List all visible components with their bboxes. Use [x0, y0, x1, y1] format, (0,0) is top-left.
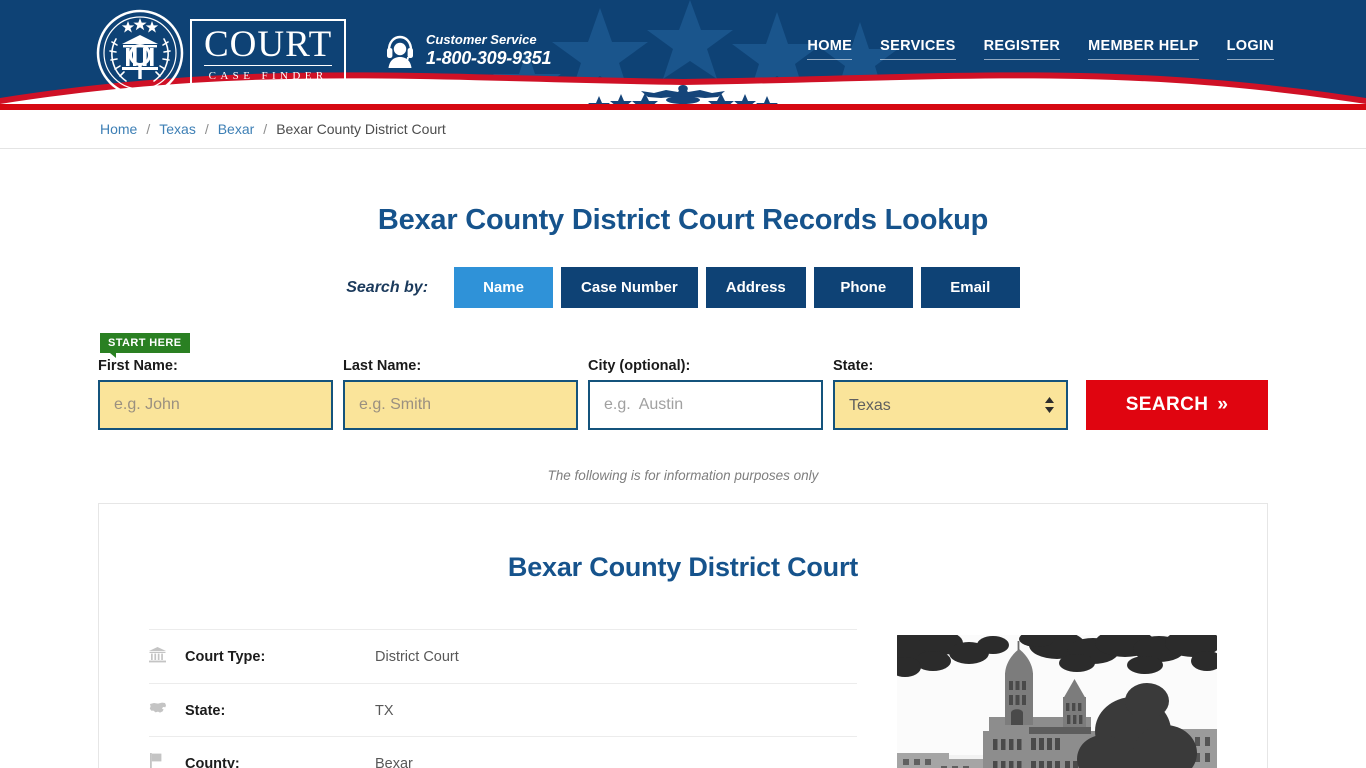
last-name-label: Last Name:	[343, 358, 422, 374]
search-button[interactable]: SEARCH »	[1086, 380, 1268, 430]
table-row: State: TX	[149, 683, 857, 736]
last-name-field: Last Name:	[343, 358, 578, 430]
us-map-icon	[149, 702, 166, 713]
main-navigation: HOME SERVICES REGISTER MEMBER HELP LOGIN	[807, 38, 1274, 60]
detail-value: Bexar	[375, 755, 413, 768]
site-header: COURT CASE FINDER Customer Service 1-800…	[0, 0, 1366, 110]
tab-address[interactable]: Address	[705, 267, 806, 308]
court-seal-icon	[96, 9, 184, 97]
court-detail-panel: Bexar County District Court Court Type: …	[98, 503, 1268, 768]
state-label: State:	[833, 358, 874, 374]
double-chevron-right-icon: »	[1217, 394, 1229, 415]
first-name-input[interactable]	[98, 380, 333, 430]
information-purposes-note: The following is for information purpose…	[547, 468, 819, 483]
search-button-label: SEARCH	[1125, 394, 1209, 415]
table-row: County: Bexar	[149, 736, 857, 768]
search-fields-row: First Name: Last Name: City (optional): …	[98, 358, 1268, 430]
tab-name[interactable]: Name	[454, 267, 554, 308]
city-input[interactable]	[588, 380, 823, 430]
page-title: Bexar County District Court Records Look…	[377, 204, 989, 236]
breadcrumb-item-bexar[interactable]: Bexar	[218, 121, 255, 137]
detail-key: County:	[185, 755, 240, 768]
headset-support-icon	[387, 35, 413, 68]
detail-value: TX	[375, 702, 394, 719]
breadcrumb-separator: /	[263, 121, 268, 137]
city-field: City (optional):	[588, 358, 823, 430]
table-row: Court Type: District Court	[149, 629, 857, 684]
header-red-stripe	[0, 104, 1366, 110]
city-label: City (optional):	[588, 358, 691, 374]
last-name-input[interactable]	[343, 380, 578, 430]
breadcrumb-item-texas[interactable]: Texas	[159, 121, 196, 137]
nav-item-services[interactable]: SERVICES	[880, 38, 956, 60]
logo-wordmark: COURT CASE FINDER	[190, 18, 347, 88]
first-name-label: First Name:	[98, 358, 178, 374]
state-field: State: Texas	[833, 358, 1068, 430]
site-logo[interactable]: COURT CASE FINDER	[96, 7, 351, 99]
nav-item-login[interactable]: LOGIN	[1226, 38, 1274, 60]
detail-key: Court Type:	[185, 649, 266, 666]
search-by-label: Search by:	[346, 278, 429, 296]
state-select[interactable]: Texas	[833, 380, 1068, 430]
customer-service-label: Customer Service	[426, 32, 537, 47]
courthouse-photo	[897, 635, 1217, 768]
start-here-badge: START HERE	[100, 333, 191, 358]
court-detail-table: Court Type: District Court State: TX Cou…	[149, 629, 857, 768]
breadcrumb-separator: /	[146, 121, 151, 137]
nav-item-home[interactable]: HOME	[807, 38, 853, 60]
courthouse-photo-image	[897, 635, 1217, 768]
customer-service-block[interactable]: Customer Service 1-800-309-9351	[384, 32, 552, 69]
tab-phone[interactable]: Phone	[813, 267, 913, 308]
breadcrumb-item-home[interactable]: Home	[100, 121, 137, 137]
nav-item-register[interactable]: REGISTER	[983, 38, 1061, 60]
nav-item-member-help[interactable]: MEMBER HELP	[1088, 38, 1199, 60]
tab-email[interactable]: Email	[920, 267, 1020, 308]
detail-value: District Court	[375, 649, 459, 666]
court-detail-layout: Court Type: District Court State: TX Cou…	[149, 629, 1217, 768]
court-name-heading: Bexar County District Court	[507, 552, 859, 582]
logo-word: COURT	[204, 23, 333, 66]
logo-subtitle: CASE FINDER	[208, 69, 328, 82]
detail-key: State:	[185, 702, 226, 719]
tab-case-number[interactable]: Case Number	[561, 267, 698, 308]
search-form: START HERE First Name: Last Name: City (…	[98, 308, 1268, 483]
breadcrumb-item-current: Bexar County District Court	[276, 121, 446, 137]
search-by-tabs: Search by: Name Case Number Address Phon…	[0, 267, 1366, 308]
breadcrumb: Home / Texas / Bexar / Bexar County Dist…	[0, 110, 1366, 149]
breadcrumb-separator: /	[204, 121, 209, 137]
bank-icon	[149, 646, 166, 663]
customer-service-phone[interactable]: 1-800-309-9351	[426, 48, 552, 69]
first-name-field: First Name:	[98, 358, 333, 430]
flag-icon	[150, 753, 162, 768]
